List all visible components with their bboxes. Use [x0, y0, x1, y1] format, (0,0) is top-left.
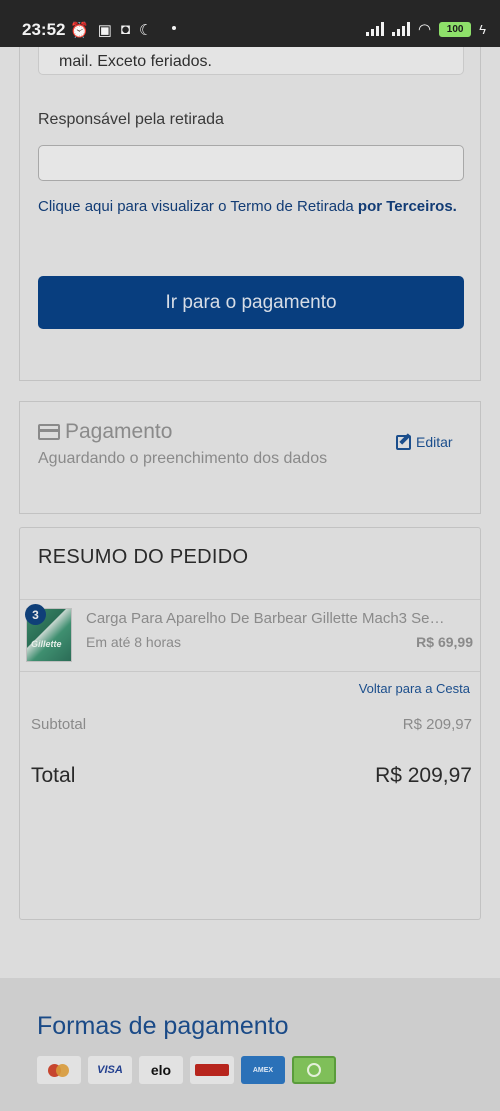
signal-icon-2	[392, 22, 411, 36]
order-summary-title: RESUMO DO PEDIDO	[38, 546, 249, 568]
pickup-terms-bold[interactable]: por Terceiros.	[358, 198, 457, 215]
responsible-label: Responsável pela retirada	[38, 111, 224, 128]
edit-label[interactable]: Editar	[416, 434, 453, 450]
responsible-input[interactable]	[38, 145, 464, 181]
go-to-payment-button[interactable]: Ir para o pagamento	[38, 276, 464, 329]
elo-icon: elo	[139, 1056, 183, 1084]
order-summary-card: RESUMO DO PEDIDO Gillette 3 Carga Para A…	[19, 527, 481, 920]
back-to-cart-link[interactable]: Voltar para a Cesta	[359, 681, 470, 696]
divider	[20, 599, 480, 600]
payment-status: Aguardando o preenchimento dos dados	[38, 450, 328, 467]
payment-card: Pagamento Aguardando o preenchimento dos…	[19, 401, 481, 514]
charging-icon: ϟ	[479, 21, 486, 37]
alarm-off-icon: ⏰	[70, 22, 89, 39]
quantity-badge: 3	[25, 604, 46, 625]
hipercard-icon	[190, 1056, 234, 1084]
product-price: R$ 69,99	[416, 634, 473, 650]
payment-methods-title: Formas de pagamento	[37, 1012, 289, 1040]
credit-card-icon	[38, 424, 60, 440]
cash-icon	[292, 1056, 336, 1084]
subtotal-label: Subtotal	[31, 716, 87, 733]
notification-icons: ⏰ ▣ ◘ ☾	[70, 21, 152, 39]
status-bar: 23:52 ⏰ ▣ ◘ ☾ ◠ 100 ϟ	[0, 0, 500, 47]
amex-icon: AMEX	[241, 1056, 285, 1084]
product-name: Carga Para Aparelho De Barbear Gillette …	[86, 610, 446, 627]
payment-methods-footer: Formas de pagamento VISA elo AMEX	[0, 978, 500, 1111]
moon-icon: ☾	[138, 22, 153, 39]
pickup-terms-link[interactable]: Clique aqui para visualizar o Termo de R…	[38, 194, 458, 220]
edit-payment-link[interactable]: Editar	[396, 434, 453, 450]
pickup-card: Retirada disponível após confirmação de …	[19, 37, 481, 381]
wifi-icon: ◠	[418, 21, 432, 38]
visa-icon: VISA	[88, 1056, 132, 1084]
battery-icon: 100	[439, 21, 472, 37]
product-image-brand: Gillette	[31, 639, 62, 649]
edit-icon[interactable]	[396, 434, 411, 450]
checkout-page: Retirada disponível após confirmação de …	[0, 37, 500, 1111]
wallet-icon: ▣	[97, 22, 112, 39]
status-time: 23:52	[22, 20, 66, 39]
product-delivery-time: Em até 8 horas	[86, 634, 181, 650]
pickup-terms-text[interactable]: Clique aqui para visualizar o Termo de R…	[38, 198, 358, 215]
app-icon: ◘	[120, 21, 130, 38]
payment-title: Pagamento	[65, 420, 173, 443]
signal-icon	[366, 22, 385, 36]
mastercard-icon	[37, 1056, 81, 1084]
total-value: R$ 209,97	[375, 764, 472, 787]
subtotal-value: R$ 209,97	[402, 716, 472, 733]
total-label: Total	[31, 764, 76, 787]
divider	[20, 671, 480, 672]
payment-methods-logos: VISA elo AMEX	[37, 1056, 336, 1084]
more-notifications-icon	[172, 26, 176, 30]
